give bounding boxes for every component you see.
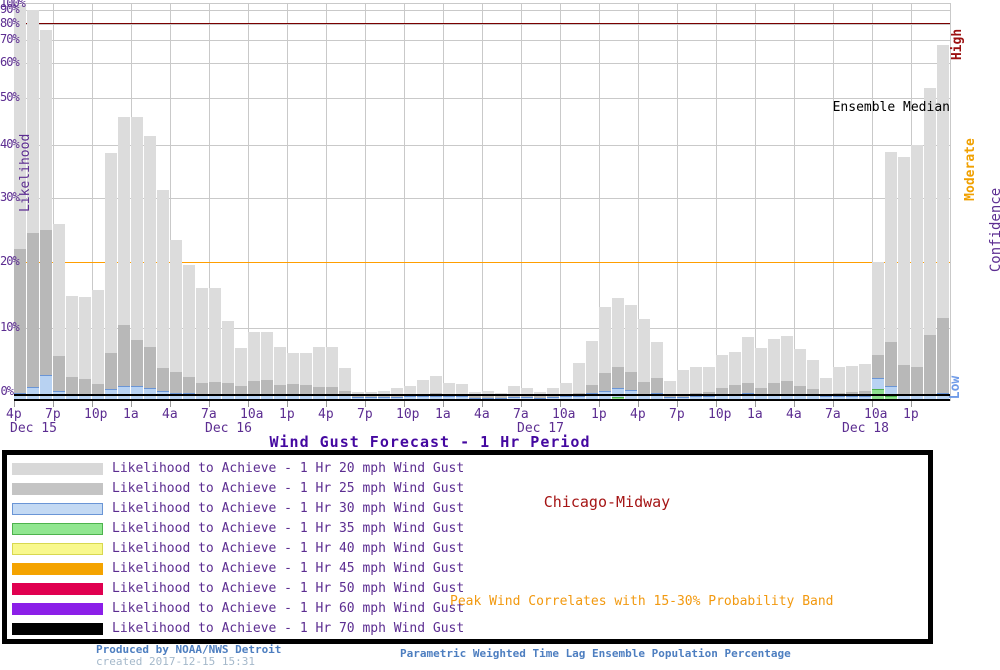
legend-swatch <box>12 543 103 555</box>
ensemble-median-line <box>14 394 950 396</box>
y-tick-label: 70% <box>0 35 13 44</box>
legend-swatch <box>12 563 103 575</box>
x-tick-label: 7p <box>45 407 61 422</box>
vertical-gridline <box>833 3 834 401</box>
x-tick-label: 4p <box>318 407 334 422</box>
vertical-gridline <box>560 3 561 401</box>
x-tick-label: 10a <box>240 407 263 422</box>
legend-row: Likelihood to Achieve - 1 Hr 25 mph Wind… <box>7 480 427 500</box>
legend-swatch <box>12 483 103 495</box>
confidence-moderate-label: Moderate <box>963 138 978 201</box>
legend-row: Likelihood to Achieve - 1 Hr 50 mph Wind… <box>7 580 427 600</box>
vertical-gridline <box>443 3 444 401</box>
x-tick-label: 1p <box>279 407 295 422</box>
vertical-gridline <box>755 3 756 401</box>
legend-swatch <box>12 583 103 595</box>
y-tick-label: 40% <box>0 140 13 149</box>
legend-label: Likelihood to Achieve - 1 Hr 25 mph Wind… <box>112 481 464 496</box>
x-tick-label: 1a <box>747 407 763 422</box>
legend-box: Likelihood to Achieve - 1 Hr 20 mph Wind… <box>2 450 933 644</box>
x-tick-label: 1p <box>903 407 919 422</box>
legend-swatch <box>12 623 103 635</box>
right-axis-title: Confidence <box>988 188 1000 272</box>
legend-row: Likelihood to Achieve - 1 Hr 20 mph Wind… <box>7 460 427 480</box>
x-tick-label: 7p <box>357 407 373 422</box>
confidence-high-label: High <box>950 29 965 60</box>
legend-label: Likelihood to Achieve - 1 Hr 40 mph Wind… <box>112 541 464 556</box>
y-tick-label: 90% <box>0 5 13 14</box>
x-tick-label: 4p <box>630 407 646 422</box>
ensemble-median-label: Ensemble Median <box>833 100 950 115</box>
y-tick-label: 50% <box>0 93 13 102</box>
peak-wind-note: Peak Wind Correlates with 15-30% Probabi… <box>450 594 834 609</box>
x-tick-label: 10a <box>864 407 887 422</box>
legend-row: Likelihood to Achieve - 1 Hr 70 mph Wind… <box>7 620 427 640</box>
legend-label: Likelihood to Achieve - 1 Hr 70 mph Wind… <box>112 621 464 636</box>
y-axis-title: Likelihood <box>18 134 33 212</box>
x-tick-label: 1a <box>123 407 139 422</box>
x-tick-label: 4a <box>474 407 490 422</box>
legend-label: Likelihood to Achieve - 1 Hr 35 mph Wind… <box>112 521 464 536</box>
legend-row: Likelihood to Achieve - 1 Hr 60 mph Wind… <box>7 600 427 620</box>
vertical-gridline <box>482 3 483 401</box>
x-tick-label: 10p <box>396 407 419 422</box>
x-tick-label: 10a <box>552 407 575 422</box>
x-tick-label: 1a <box>435 407 451 422</box>
x-tick-label: 7a <box>201 407 217 422</box>
vertical-gridline <box>365 3 366 401</box>
vertical-gridline <box>677 3 678 401</box>
high-confidence-line <box>14 23 950 24</box>
legend-label: Likelihood to Achieve - 1 Hr 50 mph Wind… <box>112 581 464 596</box>
y-tick-label: 10% <box>0 323 13 332</box>
x-tick-label: 1p <box>591 407 607 422</box>
chart-title: Wind Gust Forecast - 1 Hr Period <box>0 433 860 451</box>
legend-row: Likelihood to Achieve - 1 Hr 35 mph Wind… <box>7 520 427 540</box>
bar-segment-25-mph <box>937 318 949 400</box>
x-tick-label: 7p <box>669 407 685 422</box>
bar-segment-20-mph <box>898 157 910 400</box>
legend-swatch <box>12 523 103 535</box>
vertical-gridline <box>404 3 405 401</box>
legend-swatch <box>12 503 103 515</box>
legend-label: Likelihood to Achieve - 1 Hr 60 mph Wind… <box>112 601 464 616</box>
bar-segment-25-mph <box>924 335 936 400</box>
legend-label: Likelihood to Achieve - 1 Hr 30 mph Wind… <box>112 501 464 516</box>
footer-method-note: Parametric Weighted Time Lag Ensemble Po… <box>400 647 791 660</box>
bar-segment-30-mph <box>131 386 143 400</box>
legend-label: Likelihood to Achieve - 1 Hr 45 mph Wind… <box>112 561 464 576</box>
x-tick-label: 7a <box>513 407 529 422</box>
vertical-gridline <box>794 3 795 401</box>
vertical-gridline <box>521 3 522 401</box>
wind-gust-forecast-chart: Ensemble Median 100%90%80%70%60%50%40%30… <box>0 0 1000 670</box>
vertical-gridline <box>950 3 951 401</box>
legend-row: Likelihood to Achieve - 1 Hr 45 mph Wind… <box>7 560 427 580</box>
y-tick-label: 80% <box>0 19 13 28</box>
footer-created-timestamp: created 2017-12-15 15:31 <box>96 655 255 668</box>
x-tick-label: 7a <box>825 407 841 422</box>
bar-segment-25-mph <box>27 233 39 400</box>
legend-row: Likelihood to Achieve - 1 Hr 40 mph Wind… <box>7 540 427 560</box>
confidence-low-label: Low <box>948 376 963 399</box>
bar-segment-30-mph <box>40 375 52 400</box>
legend-row: Likelihood to Achieve - 1 Hr 30 mph Wind… <box>7 500 427 520</box>
y-tick-label: 60% <box>0 58 13 67</box>
y-tick-label: 0% <box>0 387 13 396</box>
bar-segment-20-mph <box>911 145 923 400</box>
site-label: Chicago-Midway <box>427 493 787 511</box>
bar-segment-30-mph <box>118 386 130 400</box>
vertical-gridline <box>287 3 288 401</box>
legend-swatch <box>12 603 103 615</box>
legend-swatch <box>12 463 103 475</box>
x-tick-label: 10p <box>708 407 731 422</box>
x-tick-label: 4p <box>6 407 22 422</box>
legend-label: Likelihood to Achieve - 1 Hr 20 mph Wind… <box>112 461 464 476</box>
x-tick-label: 4a <box>162 407 178 422</box>
y-tick-label: 30% <box>0 193 13 202</box>
x-tick-label: 10p <box>84 407 107 422</box>
vertical-gridline <box>716 3 717 401</box>
y-tick-label: 20% <box>0 257 13 266</box>
plot-area: Ensemble Median <box>14 0 950 401</box>
x-tick-label: 4a <box>786 407 802 422</box>
vertical-gridline <box>326 3 327 401</box>
